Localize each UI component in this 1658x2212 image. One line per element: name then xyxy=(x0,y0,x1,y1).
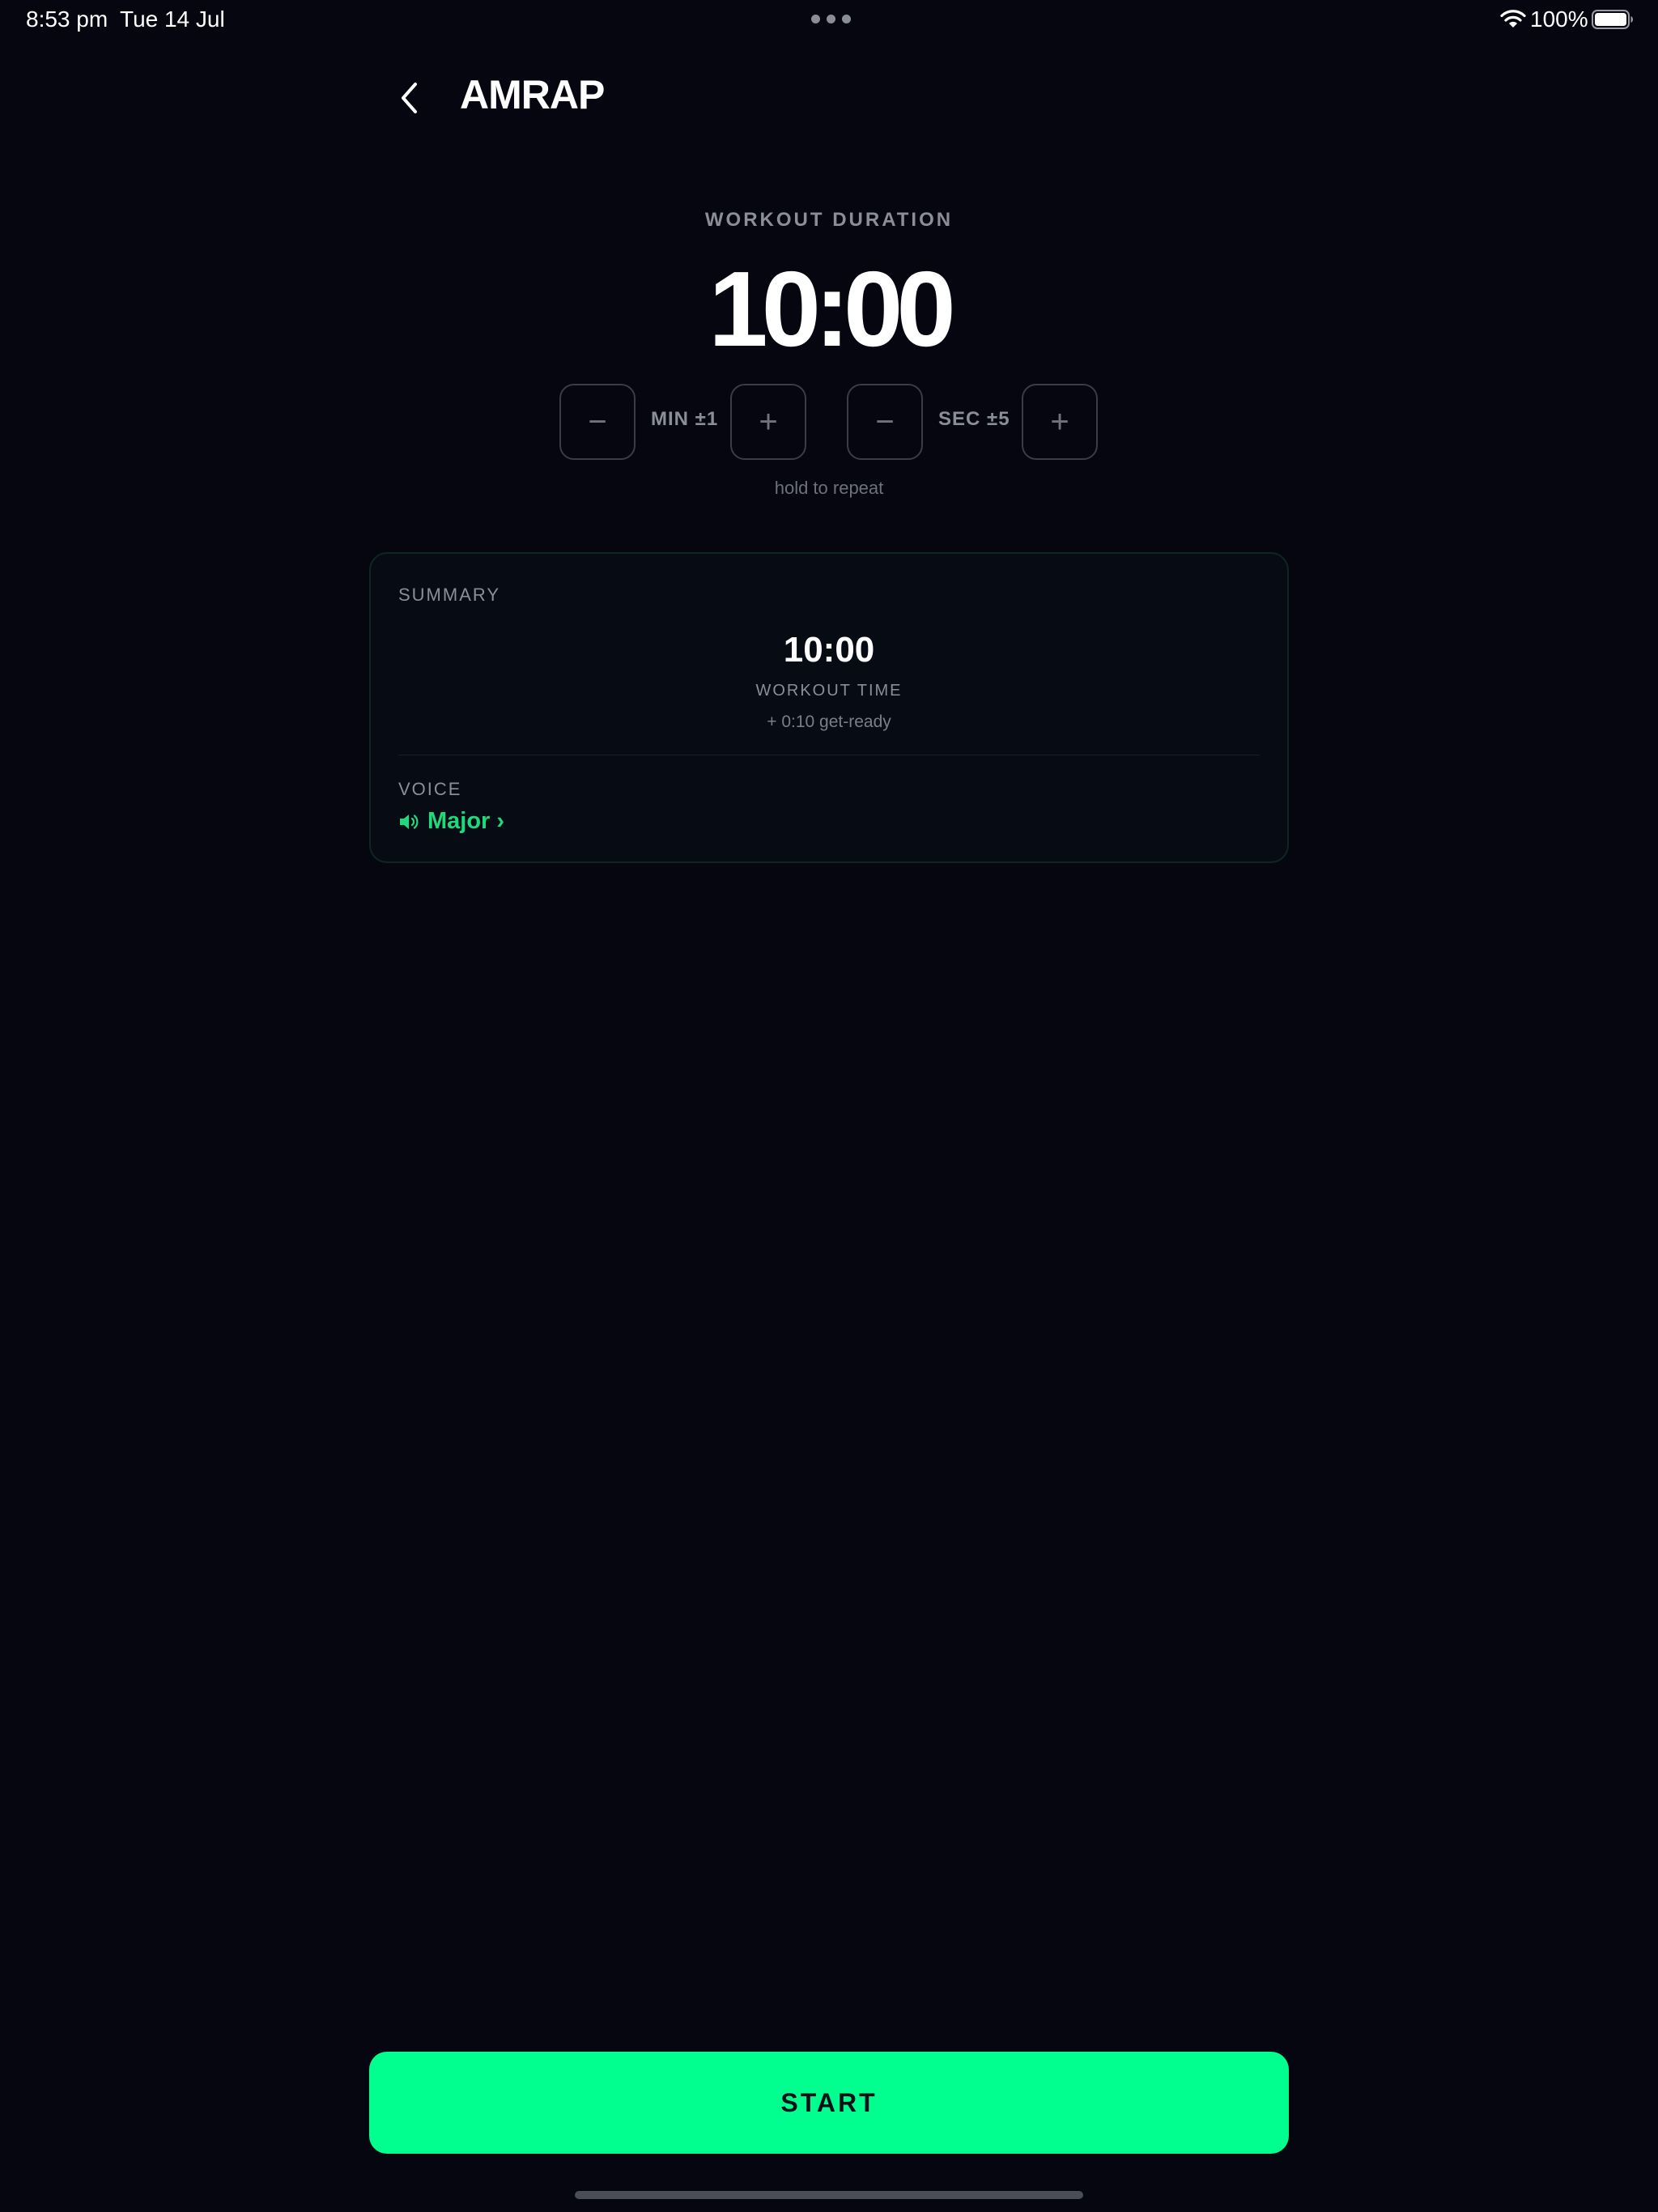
battery-percentage: 100% xyxy=(1530,6,1588,32)
chevron-left-icon xyxy=(402,83,417,113)
summary-workout-time-label: WORKOUT TIME xyxy=(755,682,903,700)
plus-icon: + xyxy=(1050,403,1069,440)
status-time: 8:53 pm xyxy=(26,6,108,32)
minutes-step-label: MIN ±1 xyxy=(651,408,719,430)
speaker-icon xyxy=(400,814,419,829)
minus-icon: − xyxy=(875,403,895,440)
start-button[interactable]: START xyxy=(369,2052,1289,2154)
summary-workout-time: 10:00 xyxy=(783,630,875,670)
amrap-setup-screen: 8:53 pm Tue 14 Jul 100% AMRAP WORKOUT DU… xyxy=(0,0,1658,2212)
minutes-decrement-button[interactable]: − xyxy=(559,384,636,460)
summary-get-ready: + 0:10 get-ready xyxy=(767,713,891,731)
summary-card: SUMMARY 10:00 WORKOUT TIME + 0:10 get-re… xyxy=(369,552,1289,863)
plus-icon: + xyxy=(759,403,778,440)
minutes-increment-button[interactable]: + xyxy=(730,384,806,460)
page-title: AMRAP xyxy=(460,72,605,117)
start-button-label: START xyxy=(780,2087,878,2117)
voice-label: VOICE xyxy=(398,779,462,799)
seconds-decrement-button[interactable]: − xyxy=(847,384,923,460)
voice-value: Major › xyxy=(427,808,505,834)
home-indicator[interactable] xyxy=(575,2191,1083,2199)
seconds-increment-button[interactable]: + xyxy=(1022,384,1098,460)
hold-to-repeat-hint: hold to repeat xyxy=(774,478,884,498)
battery-icon xyxy=(1592,10,1633,29)
multitask-dots-icon[interactable] xyxy=(811,15,851,23)
minus-icon: − xyxy=(588,403,607,440)
back-button[interactable] xyxy=(389,73,431,123)
wifi-icon xyxy=(1500,10,1526,28)
duration-label: WORKOUT DURATION xyxy=(704,209,954,231)
duration-value: 10:00 xyxy=(708,249,956,368)
seconds-step-label: SEC ±5 xyxy=(938,408,1010,430)
status-date: Tue 14 Jul xyxy=(120,6,225,32)
voice-selector[interactable]: Major › xyxy=(398,808,504,835)
summary-title: SUMMARY xyxy=(398,585,501,605)
